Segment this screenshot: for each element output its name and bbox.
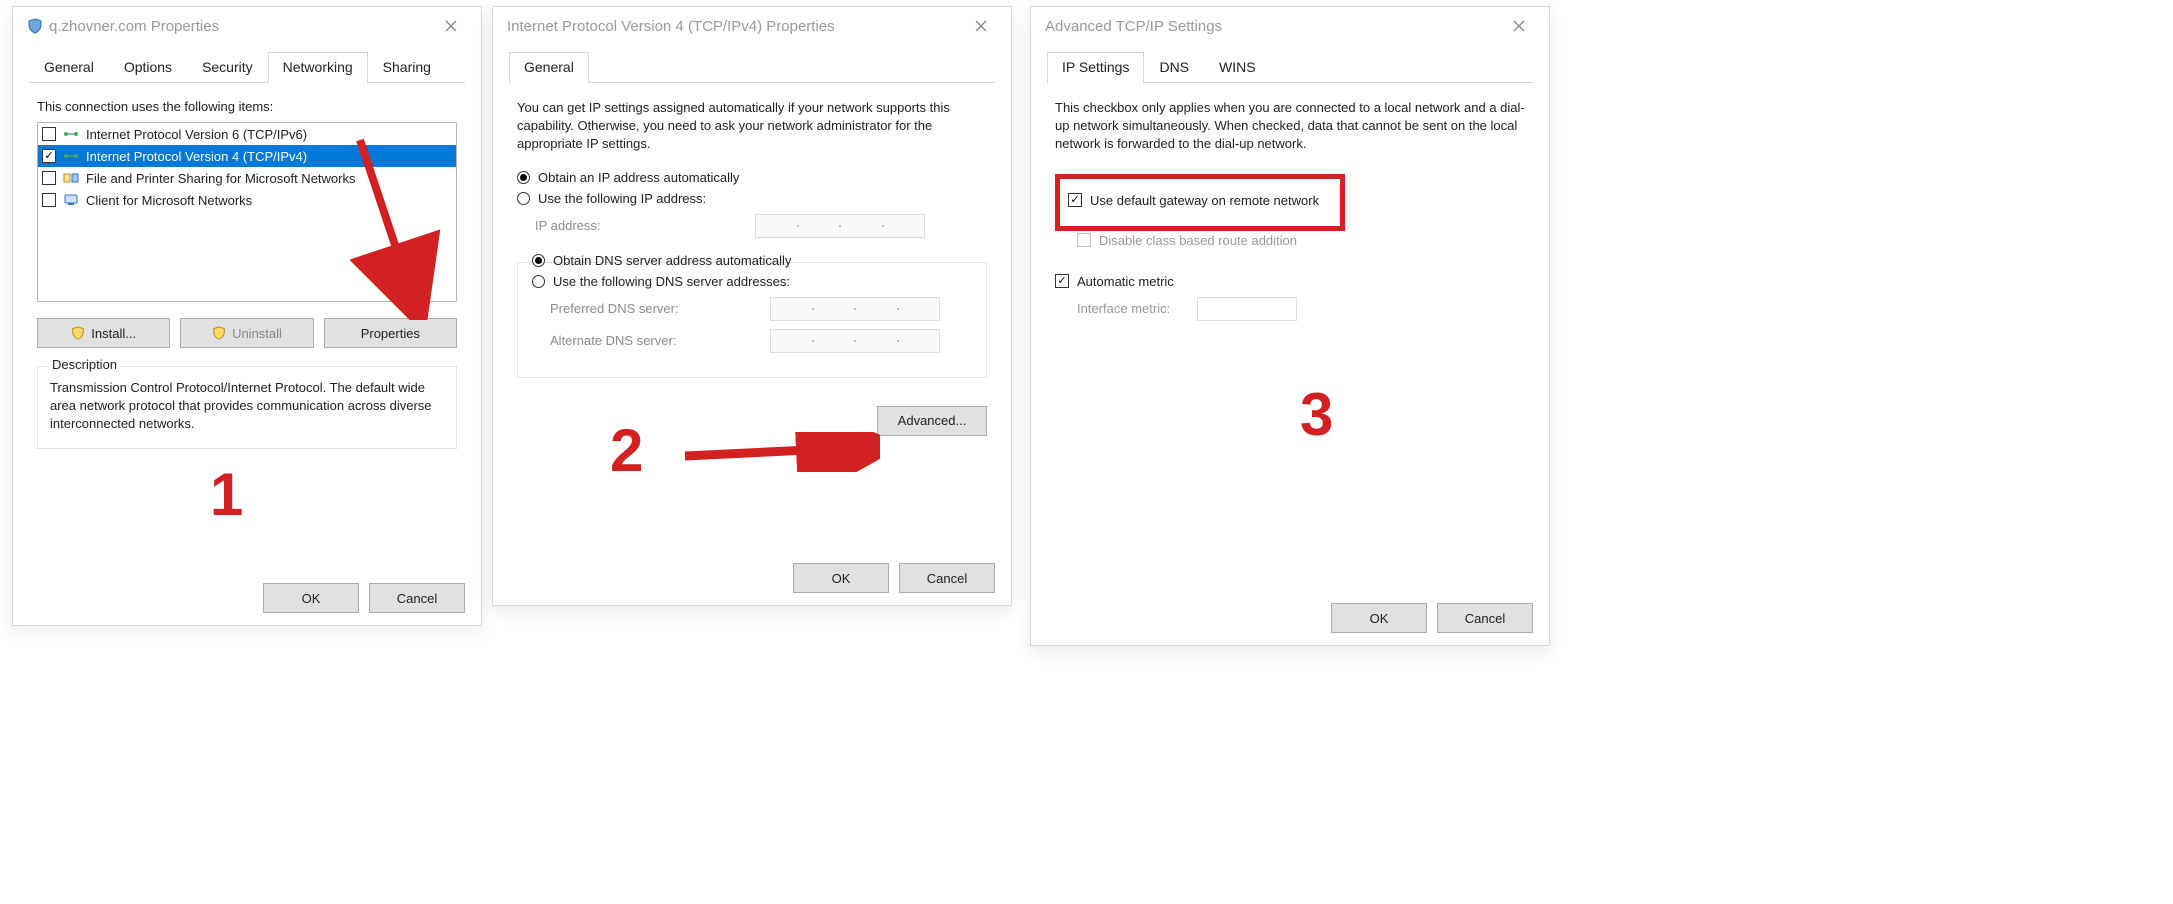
advanced-intro-text: This checkbox only applies when you are … (1055, 99, 1525, 154)
shield-icon (212, 326, 226, 340)
preferred-dns-label: Preferred DNS server: (550, 301, 770, 316)
radio-icon (517, 171, 530, 184)
dlg1-titlebar[interactable]: q.zhovner.com Properties (13, 7, 481, 45)
preferred-dns-field (770, 297, 940, 321)
checkbox-class-route: Disable class based route addition (1055, 233, 1525, 248)
checkbox-icon[interactable] (42, 171, 56, 185)
cancel-button[interactable]: Cancel (1437, 603, 1533, 633)
interface-metric-field (1197, 297, 1297, 321)
radio-ip-manual[interactable]: Use the following IP address: (517, 191, 987, 206)
radio-dns-auto[interactable]: Obtain DNS server address automatically (532, 253, 972, 268)
description-legend: Description (48, 357, 121, 372)
list-item-label: Internet Protocol Version 6 (TCP/IPv6) (86, 127, 307, 142)
ip-address-field (755, 214, 925, 238)
list-item-label: Client for Microsoft Networks (86, 193, 252, 208)
description-text: Transmission Control Protocol/Internet P… (50, 379, 444, 434)
connection-properties-dialog: q.zhovner.com Properties GeneralOptionsS… (12, 6, 482, 626)
list-item-label: Internet Protocol Version 4 (TCP/IPv4) (86, 149, 307, 164)
tab-general[interactable]: General (509, 52, 589, 83)
share-icon (62, 171, 80, 185)
proto-icon (62, 149, 80, 163)
checkbox-icon (1068, 193, 1082, 207)
ipv4-properties-dialog: Internet Protocol Version 4 (TCP/IPv4) P… (492, 6, 1012, 606)
connection-items-label: This connection uses the following items… (37, 99, 457, 114)
close-icon[interactable] (1499, 11, 1539, 41)
tab-ip-settings[interactable]: IP Settings (1047, 52, 1144, 83)
close-icon[interactable] (431, 11, 471, 41)
ok-button[interactable]: OK (263, 583, 359, 613)
annotation-highlight-box: Use default gateway on remote network (1055, 174, 1345, 231)
radio-icon (532, 275, 545, 288)
uninstall-button[interactable]: Uninstall (180, 318, 313, 348)
ipv4-intro-text: You can get IP settings assigned automat… (517, 99, 987, 154)
checkbox-auto-metric[interactable]: Automatic metric (1055, 274, 1525, 289)
alternate-dns-field (770, 329, 940, 353)
advanced-tcpip-dialog: Advanced TCP/IP Settings IP SettingsDNSW… (1030, 6, 1550, 646)
dlg2-title: Internet Protocol Version 4 (TCP/IPv4) P… (507, 18, 835, 35)
list-item[interactable]: File and Printer Sharing for Microsoft N… (38, 167, 456, 189)
annotation-number-2: 2 (610, 416, 643, 485)
dlg3-tabbar: IP SettingsDNSWINS (1031, 51, 1549, 82)
dlg1-tabbar: GeneralOptionsSecurityNetworkingSharing (13, 51, 481, 82)
checkbox-icon (1055, 274, 1069, 288)
install-button[interactable]: Install... (37, 318, 170, 348)
annotation-number-3: 3 (1300, 380, 1333, 449)
dlg2-titlebar[interactable]: Internet Protocol Version 4 (TCP/IPv4) P… (493, 7, 1011, 45)
dlg2-tabbar: General (493, 51, 1011, 82)
ip-address-label: IP address: (535, 218, 755, 233)
connection-items-list[interactable]: Internet Protocol Version 6 (TCP/IPv6) In… (37, 122, 457, 302)
checkbox-default-gateway[interactable]: Use default gateway on remote network (1068, 193, 1332, 208)
tab-wins[interactable]: WINS (1204, 52, 1271, 83)
list-item[interactable]: Internet Protocol Version 4 (TCP/IPv4) (38, 145, 456, 167)
close-icon[interactable] (961, 11, 1001, 41)
dlg1-title: q.zhovner.com Properties (49, 18, 219, 35)
tab-options[interactable]: Options (109, 52, 187, 83)
properties-button[interactable]: Properties (324, 318, 457, 348)
tab-sharing[interactable]: Sharing (368, 52, 446, 83)
client-icon (62, 193, 80, 207)
checkbox-icon[interactable] (42, 127, 56, 141)
description-group: Description Transmission Control Protoco… (37, 366, 457, 449)
checkbox-icon (1077, 233, 1091, 247)
list-item[interactable]: Client for Microsoft Networks (38, 189, 456, 211)
list-item-label: File and Printer Sharing for Microsoft N… (86, 171, 355, 186)
tab-networking[interactable]: Networking (268, 52, 368, 83)
tab-security[interactable]: Security (187, 52, 268, 83)
cancel-button[interactable]: Cancel (899, 563, 995, 593)
dlg3-title: Advanced TCP/IP Settings (1045, 18, 1222, 35)
radio-icon (517, 192, 530, 205)
checkbox-icon[interactable] (42, 193, 56, 207)
alternate-dns-label: Alternate DNS server: (550, 333, 770, 348)
proto-icon (62, 127, 80, 141)
ok-button[interactable]: OK (793, 563, 889, 593)
ok-button[interactable]: OK (1331, 603, 1427, 633)
cancel-button[interactable]: Cancel (369, 583, 465, 613)
radio-icon (532, 254, 545, 267)
shield-icon (71, 326, 85, 340)
list-item[interactable]: Internet Protocol Version 6 (TCP/IPv6) (38, 123, 456, 145)
radio-ip-auto[interactable]: Obtain an IP address automatically (517, 170, 987, 185)
checkbox-icon[interactable] (42, 149, 56, 163)
advanced-button[interactable]: Advanced... (877, 406, 987, 436)
interface-metric-label: Interface metric: (1077, 301, 1197, 316)
radio-dns-manual[interactable]: Use the following DNS server addresses: (532, 274, 972, 289)
tab-general[interactable]: General (29, 52, 109, 83)
shield-icon (27, 18, 43, 34)
tab-dns[interactable]: DNS (1144, 52, 1204, 83)
dlg3-titlebar[interactable]: Advanced TCP/IP Settings (1031, 7, 1549, 45)
annotation-number-1: 1 (210, 460, 243, 529)
